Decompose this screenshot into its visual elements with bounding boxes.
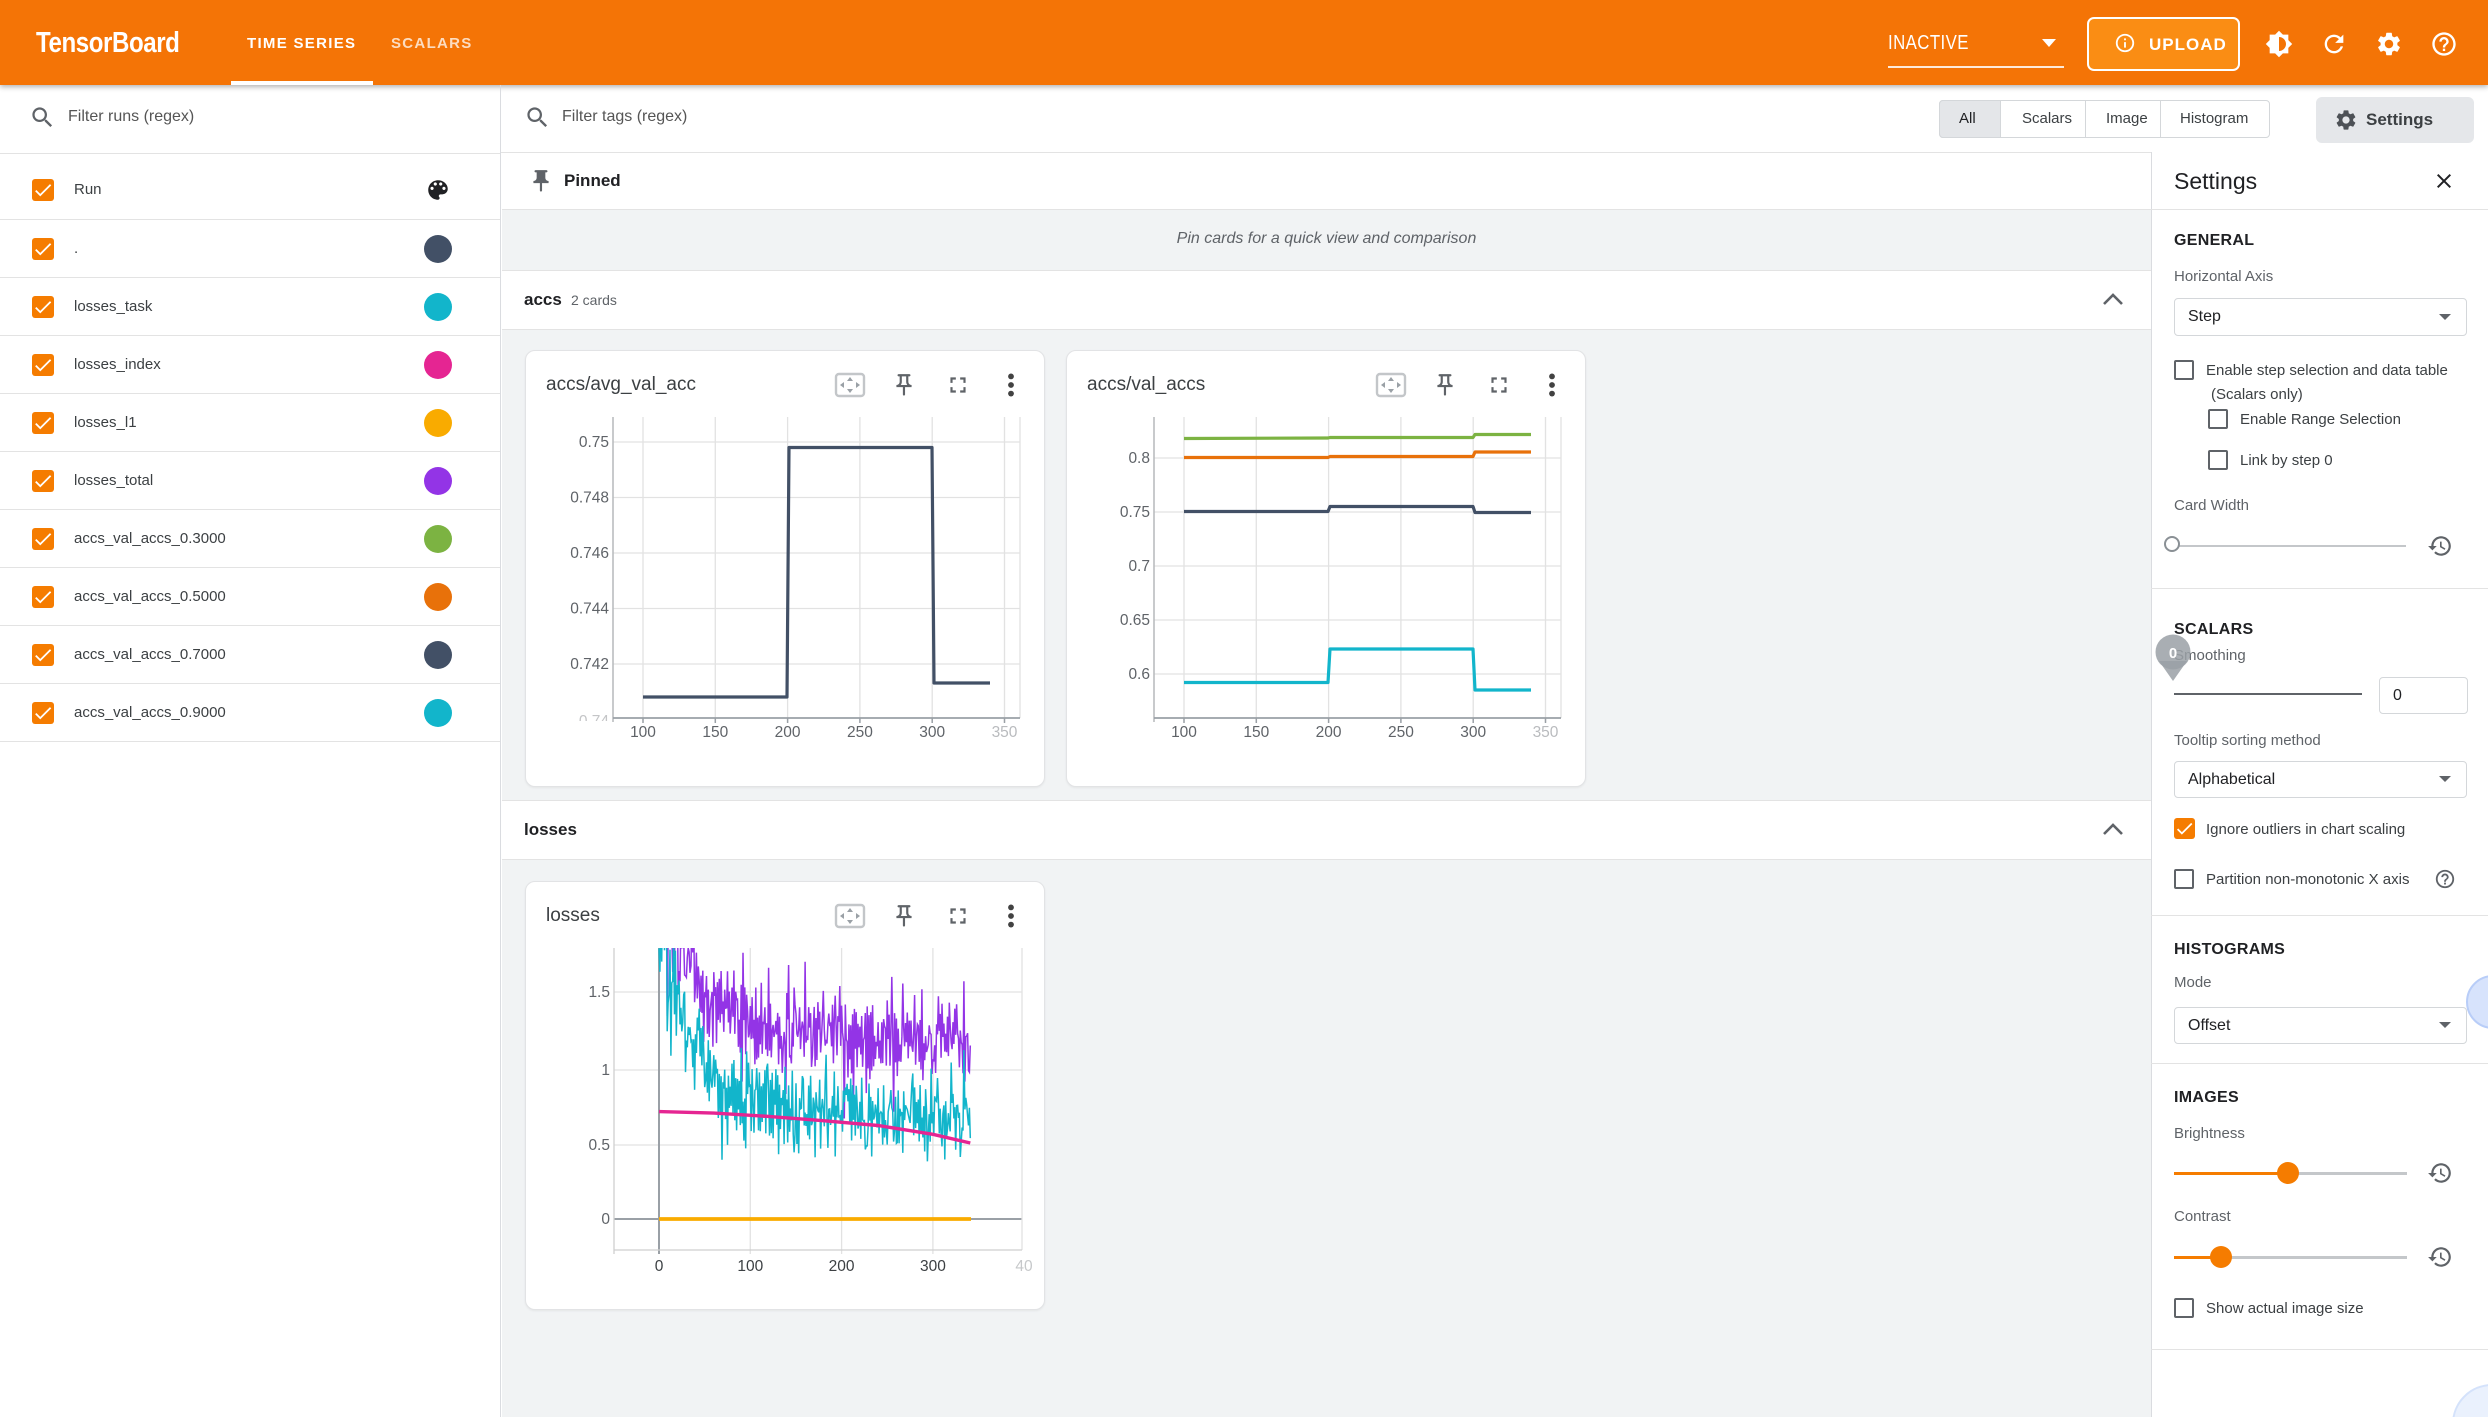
svg-text:1.5: 1.5 [588,984,610,1001]
svg-text:100: 100 [737,1258,763,1275]
svg-text:0.6: 0.6 [1128,666,1150,683]
svg-text:150: 150 [1243,724,1269,741]
svg-text:0.8: 0.8 [1128,450,1150,467]
svg-text:250: 250 [847,724,873,741]
svg-text:300: 300 [1460,724,1486,741]
svg-text:0.742: 0.742 [570,656,609,673]
svg-text:300: 300 [919,724,945,741]
svg-text:0.744: 0.744 [570,601,609,618]
svg-text:200: 200 [1316,724,1342,741]
svg-text:0.75: 0.75 [1120,504,1150,521]
svg-text:300: 300 [920,1258,946,1275]
svg-text:150: 150 [702,724,728,741]
svg-text:350: 350 [992,724,1018,741]
svg-text:0.746: 0.746 [570,545,609,562]
svg-text:250: 250 [1388,724,1414,741]
svg-text:0.5: 0.5 [588,1137,610,1154]
svg-text:40: 40 [1015,1258,1033,1275]
svg-text:0.748: 0.748 [570,490,609,507]
svg-text:100: 100 [1171,724,1197,741]
svg-text:1: 1 [601,1062,610,1079]
svg-text:0.75: 0.75 [579,434,609,451]
svg-text:0.65: 0.65 [1120,612,1150,629]
svg-text:0.7: 0.7 [1128,558,1150,575]
svg-text:200: 200 [775,724,801,741]
svg-text:0: 0 [601,1211,610,1228]
svg-text:0: 0 [2169,645,2177,662]
svg-text:200: 200 [829,1258,855,1275]
svg-text:350: 350 [1533,724,1559,741]
svg-text:0: 0 [655,1258,664,1275]
svg-text:100: 100 [630,724,656,741]
